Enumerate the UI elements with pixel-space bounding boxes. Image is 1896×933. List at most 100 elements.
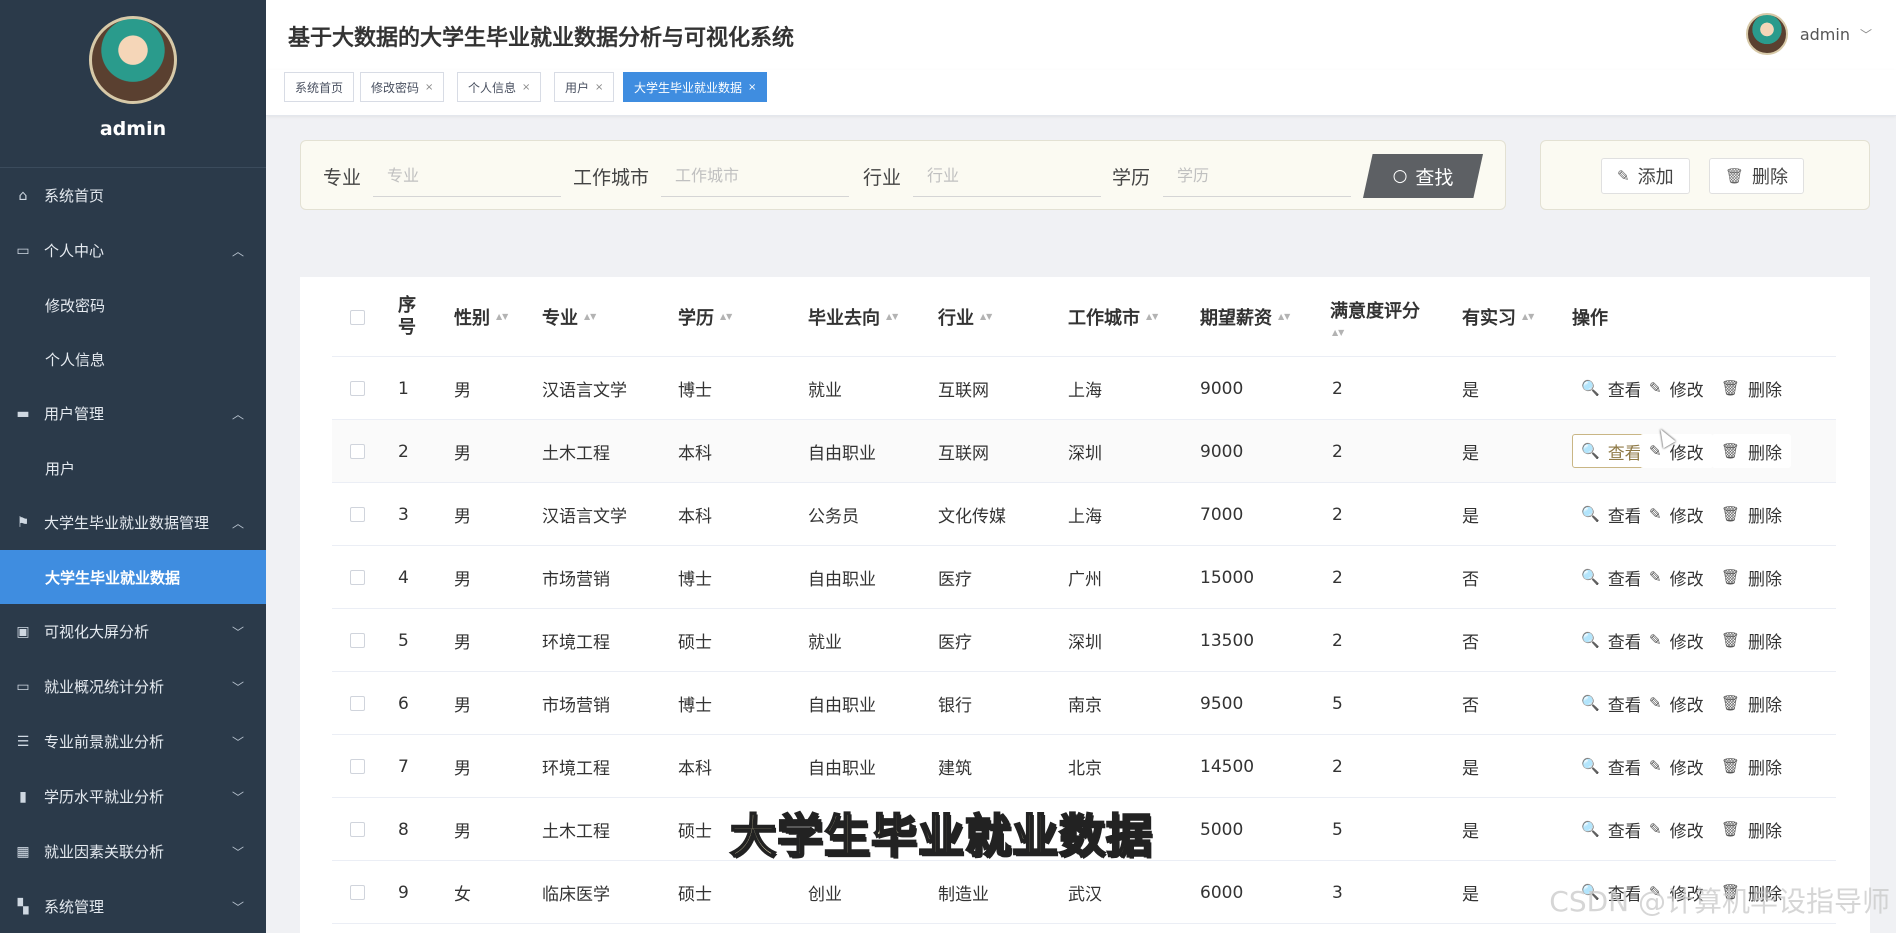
checkbox[interactable] [350, 570, 365, 585]
tab-user[interactable]: 用户 × [554, 72, 615, 102]
edit-button[interactable]: ✎ 修改 [1640, 497, 1713, 531]
search-input-education[interactable] [1163, 155, 1351, 197]
edit-button[interactable]: ✎ 修改 [1640, 812, 1713, 846]
row-checkbox-cell[interactable] [350, 735, 365, 798]
tab-home[interactable]: 系统首页 [284, 72, 355, 102]
sort-icon[interactable]: ▲▼ [1278, 313, 1290, 321]
sort-icon[interactable]: ▲▼ [1332, 329, 1344, 337]
delete-button[interactable]: 🗑 删除 [1712, 623, 1792, 657]
edit-button[interactable]: ✎ 修改 [1640, 371, 1713, 405]
view-button[interactable]: 🔍 查看 [1572, 686, 1651, 720]
edit-button[interactable]: ✎ 修改 [1640, 749, 1713, 783]
delete-button[interactable]: 🗑 删除 [1712, 812, 1792, 846]
edit-button[interactable]: ✎ 修改 [1640, 686, 1713, 720]
tab-employment-data[interactable]: 大学生毕业就业数据 × [623, 72, 768, 102]
sort-icon[interactable]: ▲▼ [720, 313, 732, 321]
delete-button[interactable]: 🗑 删除 [1712, 749, 1792, 783]
sidebar-item-education-level[interactable]: ▮ 学历水平就业分析 ﹀ [0, 769, 266, 824]
checkbox[interactable] [350, 822, 365, 837]
search-input-major[interactable] [373, 155, 561, 197]
sort-icon[interactable]: ▲▼ [584, 313, 596, 321]
col-header-industry[interactable]: 行业 ▲▼ [938, 277, 992, 357]
close-icon[interactable]: × [425, 82, 433, 93]
close-icon[interactable]: × [595, 82, 603, 93]
col-header-internship[interactable]: 有实习 ▲▼ [1462, 277, 1534, 357]
close-icon[interactable]: × [748, 82, 756, 93]
col-header-salary[interactable]: 期望薪资 ▲▼ [1200, 277, 1290, 357]
col-header-city[interactable]: 工作城市 ▲▼ [1068, 277, 1158, 357]
view-button[interactable]: 🔍 查看 [1572, 623, 1651, 657]
sort-icon[interactable]: ▲▼ [980, 313, 992, 321]
sidebar-item-system-management[interactable]: ▚ 系统管理 ﹀ [0, 879, 266, 933]
row-checkbox-cell[interactable] [350, 483, 365, 546]
view-button[interactable]: 🔍 查看 [1572, 497, 1651, 531]
tab-change-password[interactable]: 修改密码 × [360, 72, 445, 102]
row-checkbox-cell[interactable] [350, 357, 365, 420]
search-input-city[interactable] [661, 155, 849, 197]
sidebar-subitem-personal-info[interactable]: 个人信息 [0, 332, 266, 386]
edit-button[interactable]: ✎ 修改 [1640, 560, 1713, 594]
search-input-industry[interactable] [913, 155, 1101, 197]
col-header-major[interactable]: 专业 ▲▼ [542, 277, 596, 357]
sidebar-item-user-management[interactable]: ▬ 用户管理 ︿ [0, 386, 266, 441]
delete-button[interactable]: 🗑 删除 [1712, 371, 1792, 405]
sidebar-subitem-user[interactable]: 用户 [0, 441, 266, 495]
sort-icon[interactable]: ▲▼ [886, 313, 898, 321]
view-button[interactable]: 🔍 查看 [1572, 560, 1651, 594]
checkbox[interactable] [350, 696, 365, 711]
sort-icon[interactable]: ▲▼ [1522, 313, 1534, 321]
view-button[interactable]: 🔍 查看 [1572, 812, 1651, 846]
table-row[interactable]: 6 男 市场营销 博士 自由职业 银行 南京 9500 5 否 🔍 查看 ✎ 修改 🗑 删除 [332, 672, 1836, 735]
col-header-education[interactable]: 学历 ▲▼ [678, 277, 732, 357]
table-row[interactable]: 3 男 汉语言文学 本科 公务员 文化传媒 上海 7000 2 是 🔍 查看 ✎ 修改 🗑 删除 [332, 483, 1836, 546]
select-all-checkbox[interactable] [350, 277, 365, 357]
table-row[interactable]: 1 男 汉语言文学 博士 就业 互联网 上海 9000 2 是 🔍 查看 ✎ 修改 🗑 删除 [332, 357, 1836, 420]
row-checkbox-cell[interactable] [350, 546, 365, 609]
view-button[interactable]: 🔍 查看 [1572, 371, 1651, 405]
sort-icon[interactable]: ▲▼ [1146, 313, 1158, 321]
table-row[interactable]: 2 男 土木工程 本科 自由职业 互联网 深圳 9000 2 是 🔍 查看 ✎ 修改 🗑 删除 [332, 420, 1836, 483]
checkbox[interactable] [350, 759, 365, 774]
search-button[interactable]: ○ 查找 [1363, 154, 1483, 198]
edit-button[interactable]: ✎ 修改 [1640, 434, 1713, 468]
checkbox[interactable] [350, 309, 365, 325]
avatar[interactable] [1745, 13, 1788, 55]
sidebar-item-employment-data-management[interactable]: ⚑ 大学生毕业就业数据管理 ︿ [0, 495, 266, 550]
delete-button[interactable]: 🗑 删除 [1712, 434, 1792, 468]
table-row[interactable]: 4 男 市场营销 博士 自由职业 医疗 广州 15000 2 否 🔍 查看 ✎ 修改 🗑 删除 [332, 546, 1836, 609]
view-button[interactable]: 🔍 查看 [1572, 434, 1651, 468]
col-header-destination[interactable]: 毕业去向 ▲▼ [808, 277, 898, 357]
checkbox[interactable] [350, 381, 365, 396]
edit-button[interactable]: ✎ 修改 [1640, 623, 1713, 657]
checkbox[interactable] [350, 507, 365, 522]
close-icon[interactable]: × [522, 82, 530, 93]
sidebar-subitem-employment-data[interactable]: 大学生毕业就业数据 [0, 550, 266, 604]
checkbox[interactable] [350, 633, 365, 648]
sidebar-subitem-change-password[interactable]: 修改密码 [0, 278, 266, 332]
view-button[interactable]: 🔍 查看 [1572, 749, 1651, 783]
row-checkbox-cell[interactable] [350, 609, 365, 672]
sidebar-item-personal-center[interactable]: ▭ 个人中心 ︿ [0, 223, 266, 278]
row-checkbox-cell[interactable] [350, 798, 365, 861]
sidebar-item-major-prospects[interactable]: ☰ 专业前景就业分析 ﹀ [0, 714, 266, 769]
checkbox[interactable] [350, 885, 365, 900]
batch-delete-button[interactable]: 🗑 删除 [1709, 158, 1805, 194]
sidebar-item-home[interactable]: ⌂ 系统首页 [0, 168, 266, 223]
sidebar-avatar[interactable] [89, 16, 177, 104]
sidebar-item-visual-dashboard[interactable]: ▣ 可视化大屏分析 ﹀ [0, 604, 266, 659]
sidebar-item-employment-overview[interactable]: ▭ 就业概况统计分析 ﹀ [0, 659, 266, 714]
row-checkbox-cell[interactable] [350, 861, 365, 924]
delete-button[interactable]: 🗑 删除 [1712, 497, 1792, 531]
table-row[interactable]: 5 男 环境工程 硕士 就业 医疗 深圳 13500 2 否 🔍 查看 ✎ 修改 🗑 删除 [332, 609, 1836, 672]
add-button[interactable]: ✎ 添加 [1601, 158, 1690, 194]
table-row[interactable]: 7 男 环境工程 本科 自由职业 建筑 北京 14500 2 是 🔍 查看 ✎ 修改 🗑 删除 [332, 735, 1836, 798]
sidebar-item-factor-correlation[interactable]: ▦ 就业因素关联分析 ﹀ [0, 824, 266, 879]
col-header-gender[interactable]: 性别 ▲▼ [454, 277, 508, 357]
col-header-satisfaction[interactable]: 满意度评分 ▲▼ [1330, 277, 1420, 357]
delete-button[interactable]: 🗑 删除 [1712, 560, 1792, 594]
user-menu[interactable]: admin ﹀ [1745, 13, 1872, 55]
row-checkbox-cell[interactable] [350, 420, 365, 483]
tab-personal-info[interactable]: 个人信息 × [457, 72, 542, 102]
checkbox[interactable] [350, 444, 365, 459]
sort-icon[interactable]: ▲▼ [496, 313, 508, 321]
